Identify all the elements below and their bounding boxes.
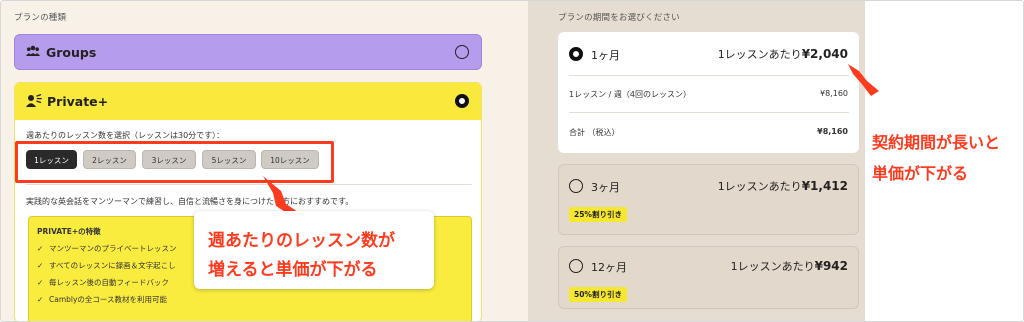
period-annotation-line-2: 単価が下がる <box>872 164 969 183</box>
period-annotation-line-1: 契約期間が長いと <box>872 133 1001 152</box>
right-arrow-icon <box>848 64 879 96</box>
lesson-count-callout: 週あたりのレッスン数が 増えると単価が下がる <box>194 211 434 289</box>
callout-line-2: 増えると単価が下がる <box>208 260 378 280</box>
screenshot-frame: プランの種類 Groups Private+ 週あたりのレッスン数を選択（レッス… <box>0 0 1024 322</box>
callout-line-1: 週あたりのレッスン数が <box>208 231 395 251</box>
annotation-arrows <box>263 64 879 217</box>
